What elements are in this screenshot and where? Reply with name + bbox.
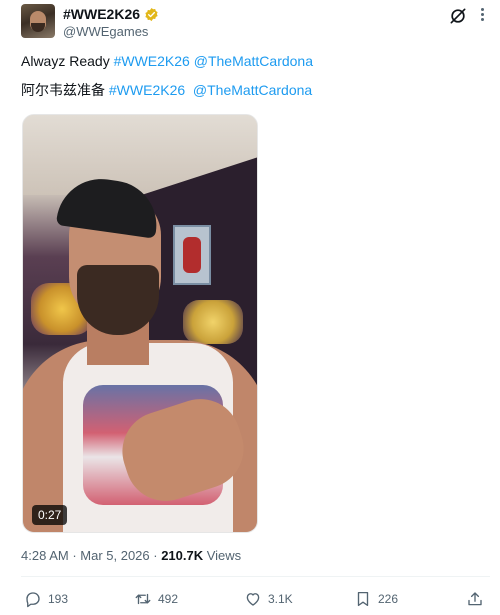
display-name[interactable]: #WWE2K26 <box>63 6 140 22</box>
tweet-date[interactable]: Mar 5, 2026 <box>80 548 149 563</box>
views-label: Views <box>203 548 242 563</box>
meta-separator: · <box>149 548 162 563</box>
tweet-text: Alwayz Ready <box>21 53 114 69</box>
bookmark-button[interactable]: 226 <box>354 585 398 613</box>
tweet-time[interactable]: 4:28 AM <box>21 548 69 563</box>
meta-separator: · <box>68 548 81 563</box>
retweet-count: 492 <box>158 592 179 606</box>
grok-icon[interactable] <box>448 6 468 26</box>
hashtag-link[interactable]: #WWE2K26 <box>109 82 185 98</box>
avatar[interactable] <box>21 4 55 38</box>
tweet-text-line2: 阿尔韦兹准备 #WWE2K26 @TheMattCardona <box>21 80 312 100</box>
action-bar: 193 492 3.1K 226 <box>0 585 500 613</box>
avatar-beard <box>31 23 45 32</box>
video-duration-badge: 0:27 <box>32 505 68 525</box>
tweet-text-translated: 阿尔韦兹准备 <box>21 82 109 98</box>
hashtag-link[interactable]: #WWE2K26 <box>114 53 190 69</box>
video-championship-belt <box>183 300 243 344</box>
tweet-metadata: 4:28 AM · Mar 5, 2026 · 210.7K Views <box>21 548 241 563</box>
video-player[interactable] <box>22 114 258 533</box>
video-action-figure <box>173 225 211 285</box>
more-icon[interactable] <box>474 2 490 26</box>
handle[interactable]: @WWEgames <box>63 24 148 39</box>
bookmark-count: 226 <box>378 592 399 606</box>
share-icon <box>468 592 482 606</box>
mention-link[interactable]: @TheMattCardona <box>193 82 312 98</box>
like-button[interactable]: 3.1K <box>244 585 293 613</box>
bookmark-icon <box>357 591 369 607</box>
tweet-text-line1: Alwayz Ready #WWE2K26 @TheMattCardona <box>21 53 313 69</box>
mention-link[interactable]: @TheMattCardona <box>194 53 313 69</box>
author-name-row[interactable]: #WWE2K26 <box>63 6 159 22</box>
share-button[interactable] <box>466 585 484 613</box>
like-icon <box>246 593 260 606</box>
views-count: 210.7K <box>161 548 204 563</box>
retweet-button[interactable]: 492 <box>134 585 178 613</box>
reply-count: 193 <box>48 592 69 606</box>
divider <box>21 576 490 577</box>
like-count: 3.1K <box>268 592 293 606</box>
retweet-icon <box>135 593 151 605</box>
reply-icon <box>26 592 40 608</box>
reply-button[interactable]: 193 <box>24 585 68 613</box>
verified-badge-icon <box>145 7 158 21</box>
